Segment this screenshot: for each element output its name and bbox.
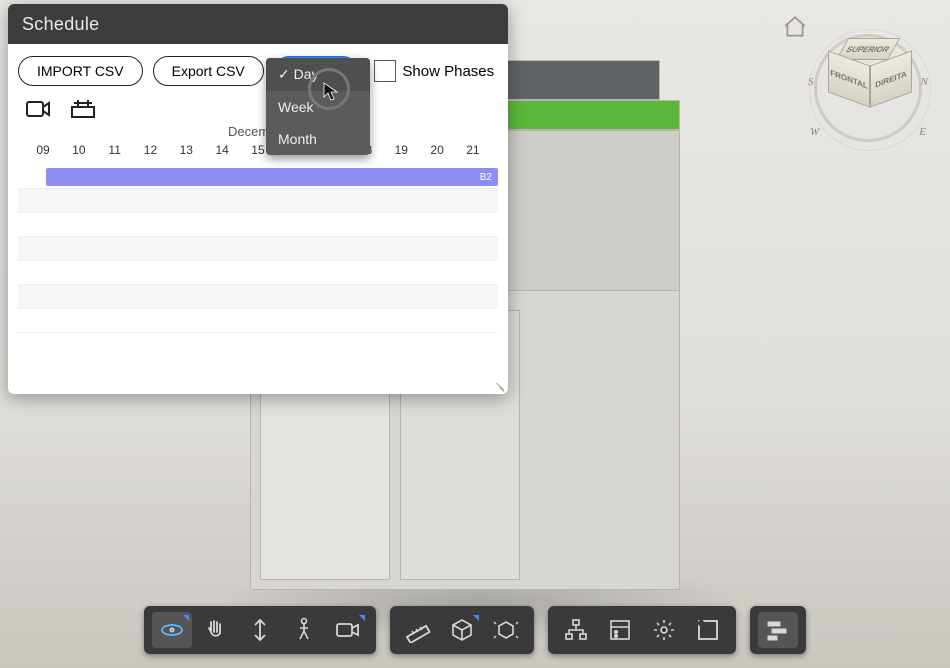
gantt-bar-label: B2 [480,172,492,183]
measure-button[interactable] [398,612,438,648]
bottom-toolbar [144,606,806,654]
gantt-area[interactable]: B2 [18,165,498,333]
show-phases-checkbox[interactable]: Show Phases [374,60,494,82]
gantt-bar[interactable]: B2 [46,168,498,186]
day-tick: 14 [207,143,237,157]
compass-n: N [921,76,928,88]
orbit-button[interactable] [152,612,192,648]
granularity-dropdown[interactable]: ✓ DayWeekMonth [266,58,370,155]
submenu-indicator-icon [359,615,365,621]
camera-button[interactable] [328,612,368,648]
walk-button[interactable] [284,612,324,648]
gantt-row[interactable] [18,237,498,261]
updown-button[interactable] [240,612,280,648]
checkbox-box[interactable] [374,60,396,82]
day-tick: 10 [64,143,94,157]
tool-group-info [548,606,736,654]
gantt-row[interactable] [18,285,498,309]
compass-e: E [919,126,926,138]
compass-w: W [810,126,819,138]
section-button[interactable] [442,612,482,648]
export-csv-button[interactable]: Export CSV [153,56,264,86]
tool-group-schedule [750,606,806,654]
submenu-indicator-icon [183,615,189,621]
pan-button[interactable] [196,612,236,648]
submenu-indicator-icon [473,615,479,621]
view-cube[interactable]: N S E W SUPERIOR FRONTAL DIREITA [814,34,922,142]
properties-button[interactable] [600,612,640,648]
gantt-row[interactable] [18,189,498,213]
panel-toolbar: IMPORT CSV Export CSV ✓ Day Show Phases [18,56,498,86]
resize-handle-icon[interactable] [491,377,505,391]
tool-group-nav [144,606,376,654]
gantt-row[interactable] [18,261,498,285]
settings-button[interactable] [644,612,684,648]
day-tick: 12 [135,143,165,157]
dropdown-item-day[interactable]: ✓ Day [266,58,370,91]
model-tree-button[interactable] [556,612,596,648]
explode-button[interactable] [486,612,526,648]
gantt-row[interactable] [18,213,498,237]
day-tick: 11 [100,143,130,157]
day-tick: 13 [171,143,201,157]
dropdown-item-month[interactable]: Month [266,123,370,155]
tool-group-analyze [390,606,534,654]
day-scale: 09101112131415161718192021 [18,143,498,157]
import-csv-button[interactable]: IMPORT CSV [18,56,143,86]
fullscreen-button[interactable] [688,612,728,648]
month-label: December [18,124,498,139]
schedule-panel: Schedule IMPORT CSV Export CSV ✓ Day Sho… [8,4,508,394]
gantt-row[interactable]: B2 [18,165,498,189]
timeline-view-icon[interactable] [70,98,96,120]
day-tick: 21 [458,143,488,157]
day-tick: 09 [28,143,58,157]
day-tick: 20 [422,143,452,157]
dropdown-item-week[interactable]: Week [266,91,370,123]
gantt-row[interactable] [18,309,498,333]
show-phases-label: Show Phases [402,63,494,80]
schedule-button[interactable] [758,612,798,648]
camera-left-icon[interactable] [26,98,52,120]
day-tick: 19 [386,143,416,157]
panel-title[interactable]: Schedule [8,4,508,44]
home-icon[interactable] [782,14,808,40]
compass-s: S [808,76,814,88]
